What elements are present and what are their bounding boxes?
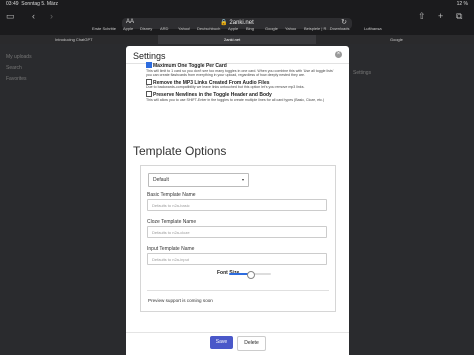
favorite-item[interactable]: Apple (123, 26, 133, 31)
settings-modal: Settings × Maximum One Toggle Per Card T… (126, 46, 349, 355)
modal-footer: Save Delete (126, 332, 349, 355)
tab-bar: Introducing ChatGPT 2anki.net Google (0, 35, 474, 44)
tab-chatgpt[interactable]: Introducing ChatGPT (0, 35, 158, 44)
chevron-right-icon[interactable]: › (50, 11, 53, 21)
preview-notice: Preview support is coming soon (148, 298, 213, 303)
battery-indicator: 12 % (456, 1, 468, 7)
share-icon[interactable]: ⇧ (418, 11, 426, 21)
bg-nav-item: Search (6, 65, 22, 71)
modal-title: Settings (133, 51, 166, 61)
chevron-down-icon: ▾ (241, 177, 244, 182)
favorite-item[interactable]: Beispiele | R...Downloads (304, 26, 350, 31)
status-bar: 03:49 Sonntag 5. März 12 % (0, 0, 474, 8)
option-remove-mp3: Remove the MP3 Links Created From Audio … (146, 78, 336, 90)
option-checkbox[interactable] (146, 90, 152, 97)
plus-icon[interactable]: + (438, 11, 443, 21)
template-select[interactable]: Default ▾ (148, 173, 249, 187)
option-description: Due to backwards-compatibility we leave … (146, 85, 305, 90)
favorite-item[interactable]: Erste Schritte (92, 26, 116, 31)
save-button[interactable]: Save (210, 336, 233, 349)
chevron-left-icon[interactable]: ‹ (32, 11, 35, 21)
favorite-item[interactable]: Yahoo (285, 26, 296, 31)
status-time: 03:49 Sonntag 5. März (6, 1, 58, 7)
option-checkbox[interactable] (146, 78, 152, 85)
card-divider (147, 290, 329, 291)
close-icon[interactable]: × (335, 51, 342, 58)
sidebar-icon[interactable]: ▭ (6, 11, 15, 21)
delete-button[interactable]: Delete (237, 336, 266, 351)
favorite-item[interactable]: Lufthansa (364, 26, 382, 31)
option-preserve-newlines: Preserve Newlines in the Toggle Header a… (146, 90, 336, 102)
favorite-item[interactable]: Yahoo! (178, 26, 190, 31)
input-template-input[interactable]: Defaults to n2a-input (147, 253, 327, 265)
cloze-template-label: Cloze Template Name (147, 219, 197, 225)
font-size-slider-thumb[interactable] (247, 271, 255, 279)
tabs-icon[interactable]: ⧉ (456, 11, 462, 21)
favorite-item[interactable]: Deutschbuch (197, 26, 220, 31)
font-size-slider[interactable] (229, 271, 271, 279)
bg-nav-item: Favorites (6, 76, 27, 82)
bg-nav-item: My uploads (6, 54, 32, 60)
browser-toolbar: ▭ ‹ › AA 🔒 2anki.net ↻ ⇧ + ⧉ (0, 8, 474, 29)
favorite-item[interactable]: Disney (140, 26, 152, 31)
input-template-label: Input Template Name (147, 246, 195, 252)
basic-template-label: Basic Template Name (147, 192, 196, 198)
tab-google[interactable]: Google (316, 35, 474, 44)
template-options-heading: Template Options (133, 144, 227, 158)
template-select-value: Default (153, 177, 169, 183)
favorite-item[interactable]: Bing (246, 26, 254, 31)
favorites-bar: Erste Schritte Apple Disney ARD Yahoo! D… (0, 25, 474, 33)
bg-settings-label: Settings (353, 70, 372, 76)
tab-2anki[interactable]: 2anki.net (158, 35, 316, 44)
option-description: This will allow you to use SHIFT-Enter i… (146, 97, 325, 102)
option-max-one-toggle: Maximum One Toggle Per Card This will li… (146, 62, 336, 78)
basic-template-input[interactable]: Defaults to n2a-basic (147, 199, 327, 211)
favorite-item[interactable]: ARD (160, 26, 168, 31)
settings-options: Maximum One Toggle Per Card This will li… (146, 62, 336, 102)
option-checkbox[interactable] (146, 62, 152, 68)
favorite-item[interactable]: Google (265, 26, 278, 31)
cloze-template-input[interactable]: Defaults to n2a-cloze (147, 226, 327, 238)
option-description: This will limit to 1 card so you don't s… (146, 68, 334, 78)
template-options-card: Default ▾ Basic Template Name Defaults t… (140, 165, 336, 312)
favorite-item[interactable]: Apple (228, 26, 238, 31)
